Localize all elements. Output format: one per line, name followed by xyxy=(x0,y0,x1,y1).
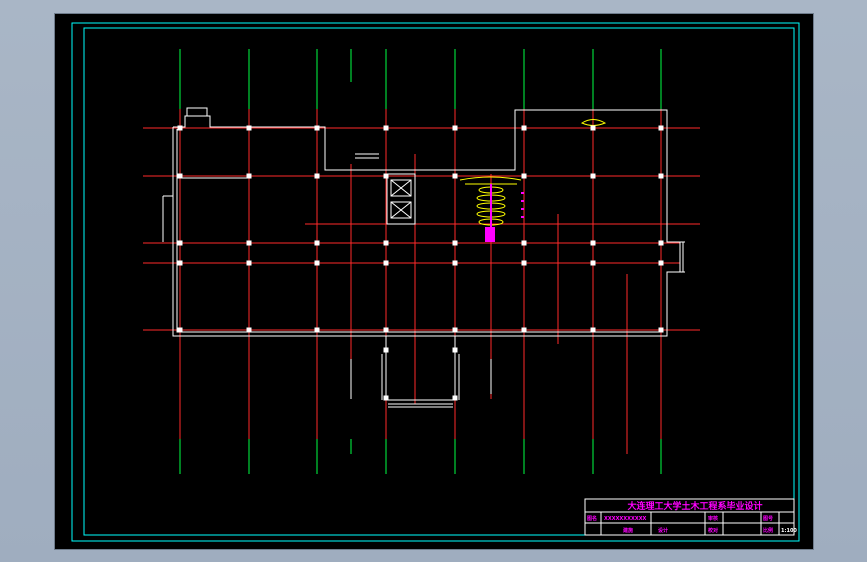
axis-extensions xyxy=(179,49,662,474)
column-marker xyxy=(177,125,183,131)
column-marker xyxy=(314,260,320,266)
column-marker xyxy=(177,260,183,266)
title-block-cell-8: 设计 xyxy=(658,527,668,534)
title-block-cell-2: XXXXXXXXXXX xyxy=(604,516,647,522)
column-marker xyxy=(452,240,458,246)
column-marker xyxy=(590,125,596,131)
column-marker xyxy=(452,173,458,179)
inner-border xyxy=(83,27,795,536)
title-block-cell-9: 校对 xyxy=(708,527,718,534)
column-marker xyxy=(452,327,458,333)
title-block-cell-6: 比例 xyxy=(763,527,773,534)
column-marker xyxy=(590,260,596,266)
column-marker xyxy=(452,395,458,401)
column-marker xyxy=(314,125,320,131)
column-marker xyxy=(658,173,664,179)
drawing-viewport[interactable]: 大连理工大学土木工程系毕业设计 图名 XXXXXXXXXXX 审核 图号 建施 … xyxy=(55,14,813,549)
column-marker xyxy=(383,125,389,131)
column-marker xyxy=(177,327,183,333)
column-marker xyxy=(383,173,389,179)
column-marker xyxy=(383,347,389,353)
walls xyxy=(162,107,685,408)
column-marker xyxy=(452,260,458,266)
elevator-shaft xyxy=(386,173,416,225)
column-marker xyxy=(521,125,527,131)
title-block-cell-3: 审核 xyxy=(708,515,718,522)
column-marker xyxy=(314,173,320,179)
title-block-title: 大连理工大学土木工程系毕业设计 xyxy=(627,500,762,512)
column-marker xyxy=(590,240,596,246)
column-marker xyxy=(658,125,664,131)
column-marker xyxy=(521,327,527,333)
column-marker xyxy=(658,240,664,246)
column-marker xyxy=(590,173,596,179)
column-marker xyxy=(590,327,596,333)
column-marker xyxy=(452,347,458,353)
column-marker xyxy=(521,260,527,266)
grid-axes xyxy=(143,109,700,454)
column-marker xyxy=(246,125,252,131)
column-marker xyxy=(658,327,664,333)
column-marker xyxy=(246,240,252,246)
column-marker xyxy=(177,173,183,179)
floor-plan-drawing: 大连理工大学土木工程系毕业设计 图名 XXXXXXXXXXX 审核 图号 建施 … xyxy=(71,22,800,542)
column-marker xyxy=(521,240,527,246)
column-marker xyxy=(383,395,389,401)
column-marker xyxy=(314,240,320,246)
column-marker xyxy=(383,260,389,266)
column-marker xyxy=(658,260,664,266)
column-marker xyxy=(246,260,252,266)
column-marker xyxy=(452,125,458,131)
column-marker xyxy=(383,240,389,246)
title-block-cell-7: 1:100 xyxy=(781,528,797,534)
title-block-cell-5: 建施 xyxy=(622,527,633,534)
outer-border xyxy=(71,22,800,542)
column-marker xyxy=(521,173,527,179)
column-marker xyxy=(246,173,252,179)
column-marker xyxy=(383,327,389,333)
column-marker xyxy=(314,327,320,333)
title-block-cell-1: 图名 xyxy=(587,515,597,522)
title-block-cell-4: 图号 xyxy=(763,515,773,522)
column-marker xyxy=(246,327,252,333)
column-marker xyxy=(177,240,183,246)
